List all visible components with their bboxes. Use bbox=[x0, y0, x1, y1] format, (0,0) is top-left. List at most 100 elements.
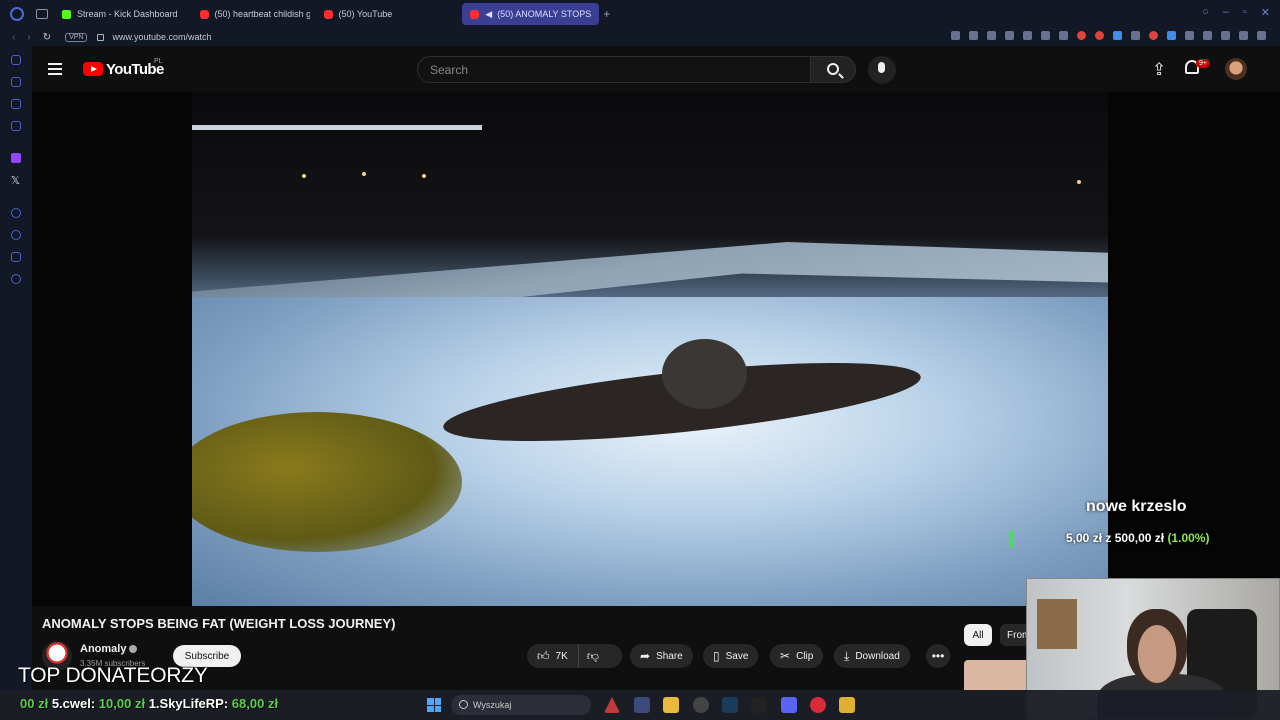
clip-label: Clip bbox=[796, 650, 814, 662]
donator-amount: 68,00 zł bbox=[231, 696, 279, 711]
back-icon[interactable]: ‹ bbox=[12, 32, 15, 43]
cam-person-head bbox=[1127, 609, 1187, 684]
extension-red-icon[interactable] bbox=[1077, 31, 1086, 40]
download-arrow-icon: ⤓ bbox=[844, 648, 850, 663]
video-frame[interactable] bbox=[192, 92, 1108, 606]
menu-icon[interactable] bbox=[48, 63, 62, 78]
reload-icon[interactable]: ↻ bbox=[43, 32, 51, 43]
notification-badge: 9+ bbox=[1196, 59, 1210, 68]
lock-icon[interactable] bbox=[97, 33, 105, 41]
taskbar-obs-icon[interactable] bbox=[693, 697, 709, 713]
screen: Stream - Kick Dashboard (50) heartbeat c… bbox=[0, 0, 1280, 720]
goal-current: 5,00 zł bbox=[1066, 531, 1103, 545]
windows-start-icon[interactable] bbox=[427, 698, 441, 712]
heart-icon[interactable] bbox=[1059, 31, 1068, 40]
extension-red2-icon[interactable] bbox=[1149, 31, 1158, 40]
extension-blue-icon[interactable] bbox=[1113, 31, 1122, 40]
translate-icon[interactable] bbox=[1023, 31, 1032, 40]
donation-goal-title: nowe krzeslo bbox=[1086, 498, 1187, 515]
search-button[interactable] bbox=[810, 56, 856, 83]
sidebar-history-icon[interactable] bbox=[11, 55, 21, 65]
taskbar-explorer-icon[interactable] bbox=[663, 697, 679, 713]
sidebar-twitch-icon[interactable] bbox=[11, 153, 21, 163]
kick-icon bbox=[62, 9, 71, 19]
taskbar-opera-icon[interactable] bbox=[810, 697, 826, 713]
close-button[interactable]: ✕ bbox=[1261, 6, 1270, 19]
dislike-button[interactable]: 👎︎ bbox=[579, 644, 607, 668]
sidebar-extension-icon[interactable] bbox=[11, 121, 21, 131]
taskbar-epic-icon[interactable] bbox=[751, 697, 767, 713]
zoom-icon[interactable] bbox=[951, 31, 960, 40]
sidebar-x-icon[interactable]: 𝕏 bbox=[11, 174, 20, 187]
goal-separator: z bbox=[1105, 531, 1112, 545]
taskbar-valorant-icon[interactable] bbox=[634, 697, 650, 713]
cam-shelf bbox=[1037, 599, 1077, 649]
share-button[interactable]: ➦ Share bbox=[630, 644, 693, 668]
pin-icon[interactable] bbox=[969, 31, 978, 40]
download-button[interactable]: ⤓ Download bbox=[834, 644, 910, 668]
share-arrow-icon: ➦ bbox=[640, 649, 651, 663]
forward-icon[interactable]: › bbox=[27, 32, 30, 43]
taskbar-search[interactable]: Wyszukaj bbox=[451, 695, 591, 715]
menu-icon[interactable] bbox=[1257, 31, 1266, 40]
youtube-icon bbox=[470, 9, 480, 19]
recommended-thumbnail[interactable] bbox=[964, 660, 1028, 690]
puzzle-icon[interactable] bbox=[1185, 31, 1194, 40]
aria-icon[interactable] bbox=[1239, 31, 1248, 40]
account-avatar[interactable] bbox=[1225, 58, 1247, 80]
extension-record-icon[interactable] bbox=[1095, 31, 1104, 40]
top-donators-title: TOP DONATEORZY bbox=[18, 664, 208, 687]
profile-icon[interactable] bbox=[1203, 31, 1212, 40]
window-controls: ○ – ▫ ✕ bbox=[1202, 6, 1270, 19]
snapshot-icon[interactable] bbox=[987, 31, 996, 40]
browser-tab[interactable]: Stream - Kick Dashboard bbox=[54, 3, 186, 25]
download-icon[interactable] bbox=[1221, 31, 1230, 40]
sidebar-clock-icon[interactable] bbox=[11, 230, 21, 240]
minimize-button[interactable]: – bbox=[1223, 6, 1229, 19]
taskbar-discord-icon[interactable] bbox=[781, 697, 797, 713]
clip-button[interactable]: ✂ Clip bbox=[770, 644, 824, 668]
more-actions-button[interactable]: ••• bbox=[926, 644, 950, 668]
donator-name: 5.cwel: bbox=[51, 696, 96, 711]
search-input[interactable]: Search bbox=[417, 56, 811, 83]
opera-logo-icon[interactable] bbox=[10, 7, 24, 21]
sidebar-player-icon[interactable] bbox=[11, 208, 21, 218]
url-field[interactable]: www.youtube.com/watch bbox=[112, 32, 211, 42]
like-button[interactable]: 👍︎ 7K bbox=[527, 644, 579, 668]
sidebar-cube-icon[interactable] bbox=[11, 252, 21, 262]
sidebar-messenger-icon[interactable] bbox=[11, 99, 21, 109]
channel-name[interactable]: Anomaly bbox=[80, 643, 126, 655]
browser-tab[interactable]: (50) YouTube bbox=[316, 3, 401, 25]
address-bar: ‹ › ↻ VPN www.youtube.com/watch bbox=[0, 28, 1280, 46]
taskbar-app-icon[interactable] bbox=[604, 697, 620, 713]
taskbar-steam-icon[interactable] bbox=[722, 697, 738, 713]
sidebar-settings-icon[interactable] bbox=[11, 274, 21, 284]
night-light bbox=[302, 174, 306, 178]
voice-search-button[interactable] bbox=[868, 56, 896, 84]
send-icon[interactable] bbox=[1041, 31, 1050, 40]
volume-icon[interactable] bbox=[1131, 31, 1140, 40]
maximize-button[interactable]: ▫ bbox=[1243, 6, 1247, 19]
night-light bbox=[1077, 180, 1081, 184]
youtube-logo-icon[interactable] bbox=[83, 62, 103, 76]
new-tab-button[interactable]: + bbox=[603, 7, 610, 21]
top-donators-ticker: 00 zł 5.cwel: 10,00 zł 1.SkyLifeRP: 68,0… bbox=[20, 696, 278, 711]
tab-label: Stream - Kick Dashboard bbox=[77, 9, 178, 19]
taskbar-app2-icon[interactable] bbox=[839, 697, 855, 713]
browser-tab[interactable]: (50) heartbeat childish ga bbox=[192, 3, 310, 25]
pool-railing bbox=[192, 125, 482, 130]
tab-label: (50) ANOMALY STOPS bbox=[497, 9, 592, 19]
search-tabs-icon[interactable]: ○ bbox=[1202, 6, 1209, 19]
shield-icon[interactable] bbox=[1005, 31, 1014, 40]
create-upload-icon[interactable]: ⇪ bbox=[1152, 60, 1166, 80]
tab-overview-icon[interactable] bbox=[36, 9, 48, 19]
browser-tab-active[interactable]: ◀ (50) ANOMALY STOPS bbox=[462, 3, 600, 25]
video-player[interactable] bbox=[32, 92, 1280, 606]
extension-sync-icon[interactable] bbox=[1167, 31, 1176, 40]
chip-all[interactable]: All bbox=[964, 624, 992, 646]
save-button[interactable]: ▯ Save bbox=[703, 644, 759, 668]
donator-amount: 00 zł bbox=[20, 696, 49, 711]
taskbar-search-placeholder: Wyszukaj bbox=[473, 700, 512, 710]
vpn-badge[interactable]: VPN bbox=[65, 32, 88, 42]
sidebar-workspace-icon[interactable] bbox=[11, 77, 21, 87]
